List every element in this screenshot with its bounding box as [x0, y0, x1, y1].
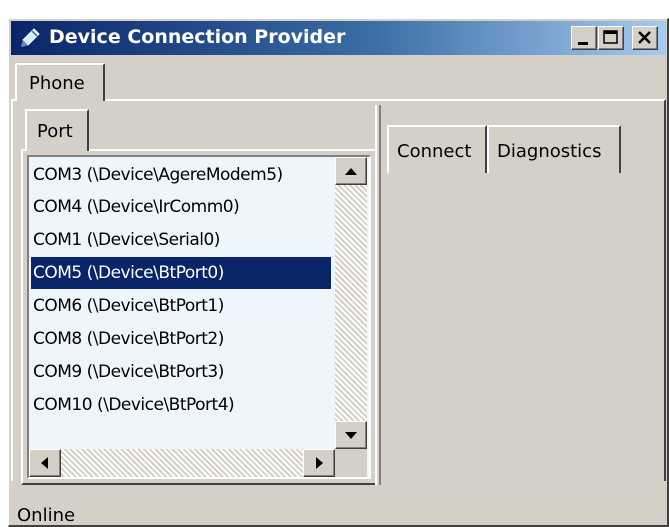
panel-splitter[interactable]	[375, 105, 381, 485]
scroll-left-button[interactable]	[29, 449, 61, 477]
scrollbar-corner	[335, 449, 367, 477]
tab-connect[interactable]: Connect	[387, 125, 487, 173]
pen-icon	[21, 28, 40, 47]
tab-diagnostics[interactable]: Diagnostics	[487, 125, 621, 173]
port-list-item[interactable]: COM9 (\Device\BtPort3)	[31, 356, 331, 388]
arrow-left-icon	[41, 457, 48, 469]
port-list-item[interactable]: COM6 (\Device\BtPort1)	[31, 290, 331, 322]
status-text: Online	[17, 505, 76, 526]
close-button[interactable]	[632, 26, 658, 50]
port-list-item[interactable]: COM8 (\Device\BtPort2)	[31, 323, 331, 355]
tab-diagnostics-label: Diagnostics	[497, 141, 602, 162]
horizontal-scrollbar[interactable]	[29, 449, 335, 477]
close-icon	[638, 31, 651, 44]
scroll-up-button[interactable]	[335, 157, 367, 185]
arrow-right-icon	[316, 457, 323, 469]
window-title: Device Connection Provider	[49, 26, 346, 48]
arrow-down-icon	[345, 432, 357, 439]
tab-connect-label: Connect	[397, 141, 472, 162]
port-list[interactable]: COM3 (\Device\AgereModem5) COM4 (\Device…	[27, 155, 371, 479]
title-bar[interactable]: Device Connection Provider	[11, 21, 666, 55]
port-list-item[interactable]: COM4 (\Device\IrComm0)	[31, 191, 331, 223]
maximize-icon	[603, 30, 618, 44]
maximize-button[interactable]	[598, 26, 624, 50]
port-list-item[interactable]: COM10 (\Device\BtPort4)	[31, 389, 331, 421]
app-window: Device Connection Provider Phone Port CO…	[8, 18, 669, 527]
scroll-right-button[interactable]	[303, 449, 335, 477]
tab-port-label: Port	[37, 121, 73, 142]
minimize-icon	[578, 42, 588, 45]
port-list-item[interactable]: COM1 (\Device\Serial0)	[31, 224, 331, 256]
tab-port[interactable]: Port	[25, 109, 89, 151]
vertical-scrollbar[interactable]	[335, 157, 367, 449]
scroll-down-button[interactable]	[335, 421, 367, 449]
tab-phone[interactable]: Phone	[15, 63, 105, 101]
tab-phone-label: Phone	[29, 73, 85, 94]
port-list-item[interactable]: COM3 (\Device\AgereModem5)	[31, 159, 331, 191]
minimize-button[interactable]	[571, 26, 597, 50]
port-list-item-selected[interactable]: COM5 (\Device\BtPort0)	[31, 257, 331, 289]
arrow-up-icon	[345, 168, 357, 175]
